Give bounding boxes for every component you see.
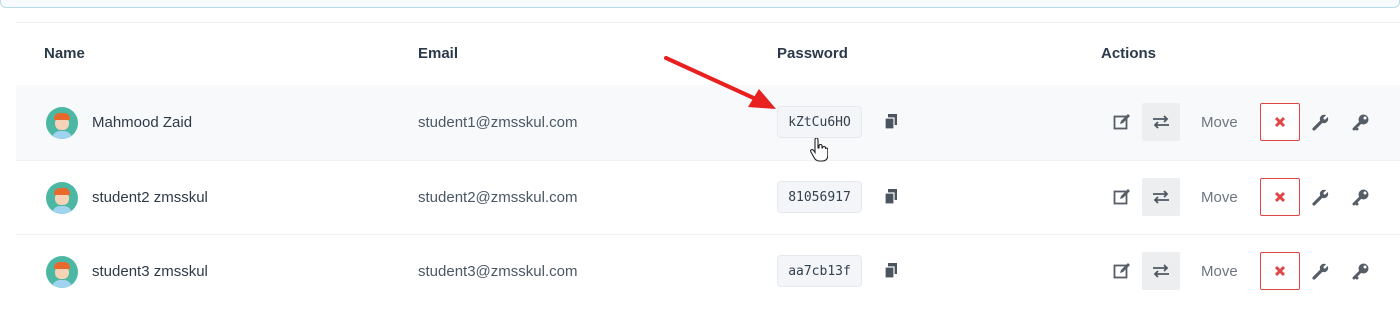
swap-button[interactable] [1142,178,1180,216]
student-name: student2 zmsskul [92,189,208,206]
password-value[interactable]: 81056917 [777,181,862,213]
edit-icon[interactable] [1113,113,1131,131]
student-email: student2@zmsskul.com [418,189,578,206]
copy-icon[interactable] [884,114,898,130]
avatar [46,107,78,139]
student-email: student1@zmsskul.com [418,114,578,131]
header-password: Password [777,45,848,62]
move-button[interactable]: Move [1201,263,1238,280]
move-button[interactable]: Move [1201,114,1238,131]
wrench-icon[interactable] [1312,113,1330,131]
close-icon [1274,116,1286,128]
copy-icon[interactable] [884,263,898,279]
header-email: Email [418,45,459,62]
key-icon[interactable] [1352,113,1370,131]
key-icon[interactable] [1352,188,1370,206]
table-row: student2 zmsskul student2@zmsskul.com 81… [16,160,1400,235]
wrench-icon[interactable] [1312,262,1330,280]
top-panel-edge [0,0,1400,8]
swap-button[interactable] [1142,252,1180,290]
swap-icon [1153,115,1169,129]
annotation-arrow-icon [664,56,776,109]
move-button[interactable]: Move [1201,189,1238,206]
delete-button[interactable] [1260,103,1300,141]
swap-icon [1153,264,1169,278]
password-value[interactable]: kZtCu6HO [777,106,862,138]
copy-icon[interactable] [884,189,898,205]
wrench-icon[interactable] [1312,188,1330,206]
header-name: Name [44,45,85,62]
delete-button[interactable] [1260,178,1300,216]
header-actions: Actions [1101,45,1157,62]
table-row: student3 zmsskul student3@zmsskul.com aa… [16,234,1400,309]
student-name: Mahmood Zaid [92,114,193,131]
delete-button[interactable] [1260,252,1300,290]
student-email: student3@zmsskul.com [418,263,578,280]
key-icon[interactable] [1352,262,1370,280]
close-icon [1274,191,1286,203]
close-icon [1274,265,1286,277]
avatar [46,182,78,214]
student-name: student3 zmsskul [92,263,208,280]
swap-button[interactable] [1142,103,1180,141]
edit-icon[interactable] [1113,188,1131,206]
avatar [46,256,78,288]
password-value[interactable]: aa7cb13f [777,255,862,287]
hand-cursor-icon [810,138,828,162]
edit-icon[interactable] [1113,262,1131,280]
swap-icon [1153,190,1169,204]
